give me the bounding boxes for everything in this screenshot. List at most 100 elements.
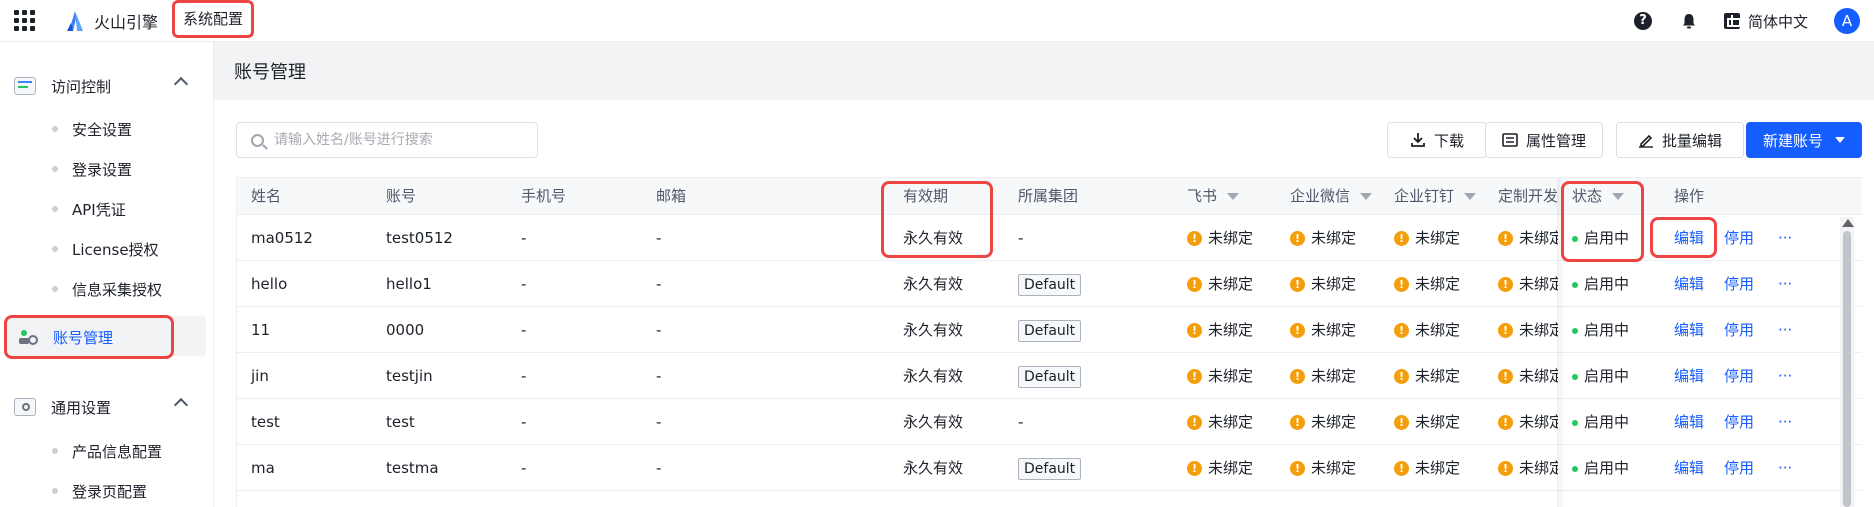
more-actions-icon[interactable]: ··· — [1778, 353, 1792, 399]
caret-down-icon[interactable] — [1835, 137, 1845, 143]
cell-status-cell: 启用中 — [1572, 307, 1629, 353]
bullet-icon — [52, 448, 58, 454]
more-actions-icon[interactable]: ··· — [1778, 445, 1792, 491]
chevron-up-icon[interactable] — [173, 76, 189, 92]
sidebar-item-login-page[interactable]: 登录页配置 — [0, 471, 214, 507]
cell-status-cell: 启用中 — [1572, 215, 1629, 261]
cell-wecom-cell: ! 未绑定 — [1290, 215, 1356, 261]
batch-edit-button[interactable]: 批量编辑 — [1616, 122, 1744, 158]
table-header: 姓名 账号 手机号 邮箱 有效期 所属集团 飞书 企业微信 企业钉钉 定制开发 … — [237, 178, 1862, 215]
app-grid-icon[interactable] — [14, 9, 36, 32]
warning-icon: ! — [1290, 369, 1305, 384]
warning-icon: ! — [1394, 461, 1409, 476]
column-header-dingtalk: 企业钉钉 — [1394, 187, 1455, 205]
cell-dingtalk: 未绑定 — [1415, 367, 1461, 385]
sidebar-item-login[interactable]: 登录设置 — [0, 149, 214, 189]
edit-link[interactable]: 编辑 — [1674, 307, 1704, 353]
filter-icon[interactable] — [1612, 193, 1625, 200]
column-header-account: 账号 — [386, 187, 417, 205]
scroll-up-icon[interactable] — [1842, 219, 1854, 227]
cell-status: 启用中 — [1584, 459, 1630, 477]
sidebar-item-label: 产品信息配置 — [72, 442, 163, 461]
cell-dingtalk: 未绑定 — [1415, 275, 1461, 293]
fixed-column-shadow — [1557, 178, 1565, 507]
search-input[interactable] — [274, 132, 524, 148]
language-icon[interactable] — [1723, 13, 1741, 29]
cell-wecom-cell: ! 未绑定 — [1290, 261, 1356, 307]
disable-link[interactable]: 停用 — [1724, 261, 1754, 307]
edit-link[interactable]: 编辑 — [1674, 399, 1704, 445]
cell-custom-cell: ! 未绑定 — [1498, 445, 1558, 491]
sidebar-item-label: 登录设置 — [72, 160, 133, 179]
cell-email: - — [656, 321, 662, 339]
bullet-icon — [52, 246, 58, 252]
cell-status: 启用中 — [1584, 367, 1630, 385]
sidebar-group-general-settings[interactable]: 通用设置 — [0, 387, 214, 427]
filter-icon[interactable] — [1464, 193, 1477, 200]
cell-name: test — [251, 413, 280, 431]
disable-link[interactable]: 停用 — [1724, 353, 1754, 399]
cell-dingtalk-cell: ! 未绑定 — [1394, 353, 1460, 399]
disable-link[interactable]: 停用 — [1724, 399, 1754, 445]
language-switch[interactable]: 简体中文 — [1748, 11, 1808, 32]
cell-dingtalk-cell: ! 未绑定 — [1394, 399, 1460, 445]
cell-feishu: 未绑定 — [1208, 413, 1254, 431]
disable-link[interactable]: 停用 — [1724, 215, 1754, 261]
download-button[interactable]: 下载 — [1387, 122, 1487, 158]
edit-link[interactable]: 编辑 — [1674, 261, 1704, 307]
cell-account: hello1 — [386, 275, 432, 293]
sidebar-group-label: 通用设置 — [51, 398, 112, 417]
cell-dingtalk: 未绑定 — [1415, 229, 1461, 247]
cell-feishu: 未绑定 — [1208, 275, 1254, 293]
sidebar-item-security[interactable]: 安全设置 — [0, 109, 214, 149]
disable-link[interactable]: 停用 — [1724, 445, 1754, 491]
warning-icon: ! — [1394, 323, 1409, 338]
more-actions-icon[interactable]: ··· — [1778, 307, 1792, 353]
filter-icon[interactable] — [1227, 193, 1240, 200]
disable-link[interactable]: 停用 — [1724, 307, 1754, 353]
cell-wecom: 未绑定 — [1311, 459, 1357, 477]
cell-group: - — [1018, 399, 1023, 445]
sidebar-item-api-credentials[interactable]: API凭证 — [0, 189, 214, 229]
column-header-validity: 有效期 — [903, 187, 949, 205]
new-account-button[interactable]: 新建账号 — [1746, 122, 1862, 158]
edit-link[interactable]: 编辑 — [1674, 215, 1704, 261]
warning-icon: ! — [1290, 415, 1305, 430]
chevron-up-icon[interactable] — [173, 397, 189, 413]
vertical-scrollbar[interactable] — [1840, 217, 1854, 507]
status-dot-icon — [1572, 373, 1578, 380]
bell-icon[interactable] — [1680, 12, 1698, 30]
help-icon[interactable]: ? — [1633, 12, 1652, 30]
sidebar-group-access-control[interactable]: 访问控制 — [0, 66, 214, 106]
sidebar-item-product-info[interactable]: 产品信息配置 — [0, 431, 214, 471]
cell-feishu-cell: ! 未绑定 — [1187, 399, 1253, 445]
cell-email: - — [656, 275, 662, 293]
column-header-custom: 定制开发 — [1498, 187, 1558, 205]
breadcrumb-system-config[interactable]: 系统配置 — [172, 0, 255, 38]
edit-link[interactable]: 编辑 — [1674, 353, 1704, 399]
bullet-icon — [52, 126, 58, 132]
edit-link[interactable]: 编辑 — [1674, 445, 1704, 491]
cell-status: 启用中 — [1584, 321, 1630, 339]
accounts-table: 姓名 账号 手机号 邮箱 有效期 所属集团 飞书 企业微信 企业钉钉 定制开发 … — [236, 177, 1862, 507]
attribute-management-button[interactable]: 属性管理 — [1485, 122, 1603, 158]
table-row: ma testma - - 永久有效 Default! 未绑定! 未绑定! 未绑定! 未绑定 启用中… — [237, 445, 1862, 491]
scroll-thumb[interactable] — [1843, 231, 1851, 507]
cell-account: testjin — [386, 367, 433, 385]
cell-dingtalk-cell: ! 未绑定 — [1394, 215, 1460, 261]
more-actions-icon[interactable]: ··· — [1778, 215, 1792, 261]
sidebar-item-label: 信息采集授权 — [72, 280, 163, 299]
table-row: jin testjin - - 永久有效 Default! 未绑定! 未绑定! 未绑定! 未绑定 启… — [237, 353, 1862, 399]
more-actions-icon[interactable]: ··· — [1778, 399, 1792, 445]
cell-custom-cell: ! 未绑定 — [1498, 353, 1558, 399]
sidebar-item-license[interactable]: License授权 — [0, 229, 214, 269]
column-header-wecom: 企业微信 — [1290, 187, 1351, 205]
search-box[interactable] — [236, 122, 538, 158]
sidebar-item-info-collection[interactable]: 信息采集授权 — [0, 269, 214, 309]
more-actions-icon[interactable]: ··· — [1778, 261, 1792, 307]
cell-name: 11 — [251, 321, 271, 339]
cell-dingtalk-cell: ! 未绑定 — [1394, 307, 1460, 353]
user-avatar[interactable]: A — [1834, 8, 1860, 34]
filter-icon[interactable] — [1360, 193, 1373, 200]
sidebar-item-account-management[interactable]: 账号管理 — [4, 315, 174, 359]
